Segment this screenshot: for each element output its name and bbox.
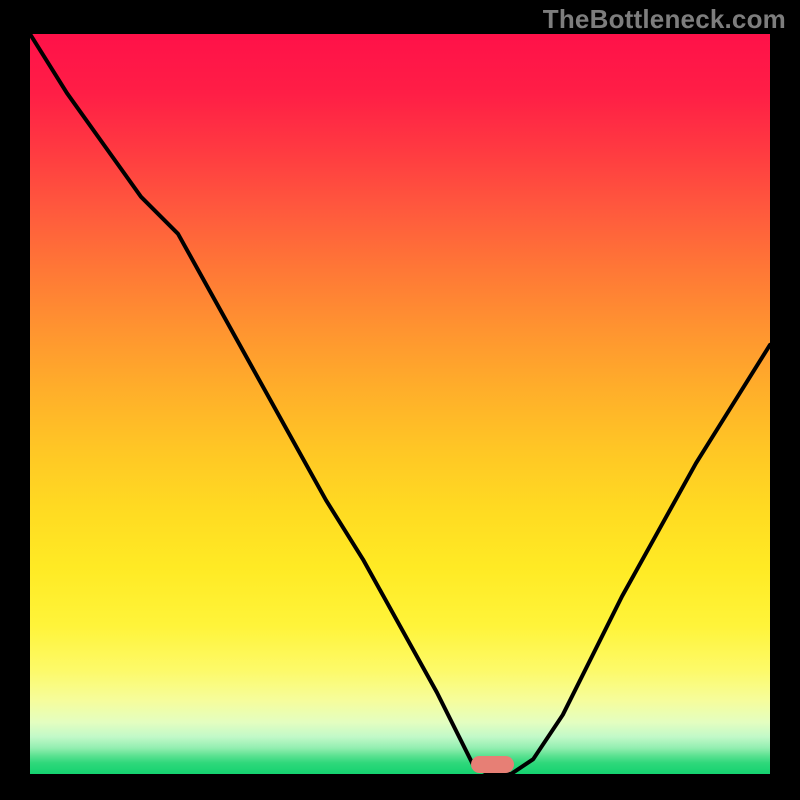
chart-container: TheBottleneck.com [0, 0, 800, 800]
watermark-text: TheBottleneck.com [543, 4, 786, 35]
bottleneck-curve [30, 34, 770, 774]
curve-path [30, 34, 770, 774]
optimal-marker [471, 756, 514, 772]
plot-area [30, 34, 770, 774]
